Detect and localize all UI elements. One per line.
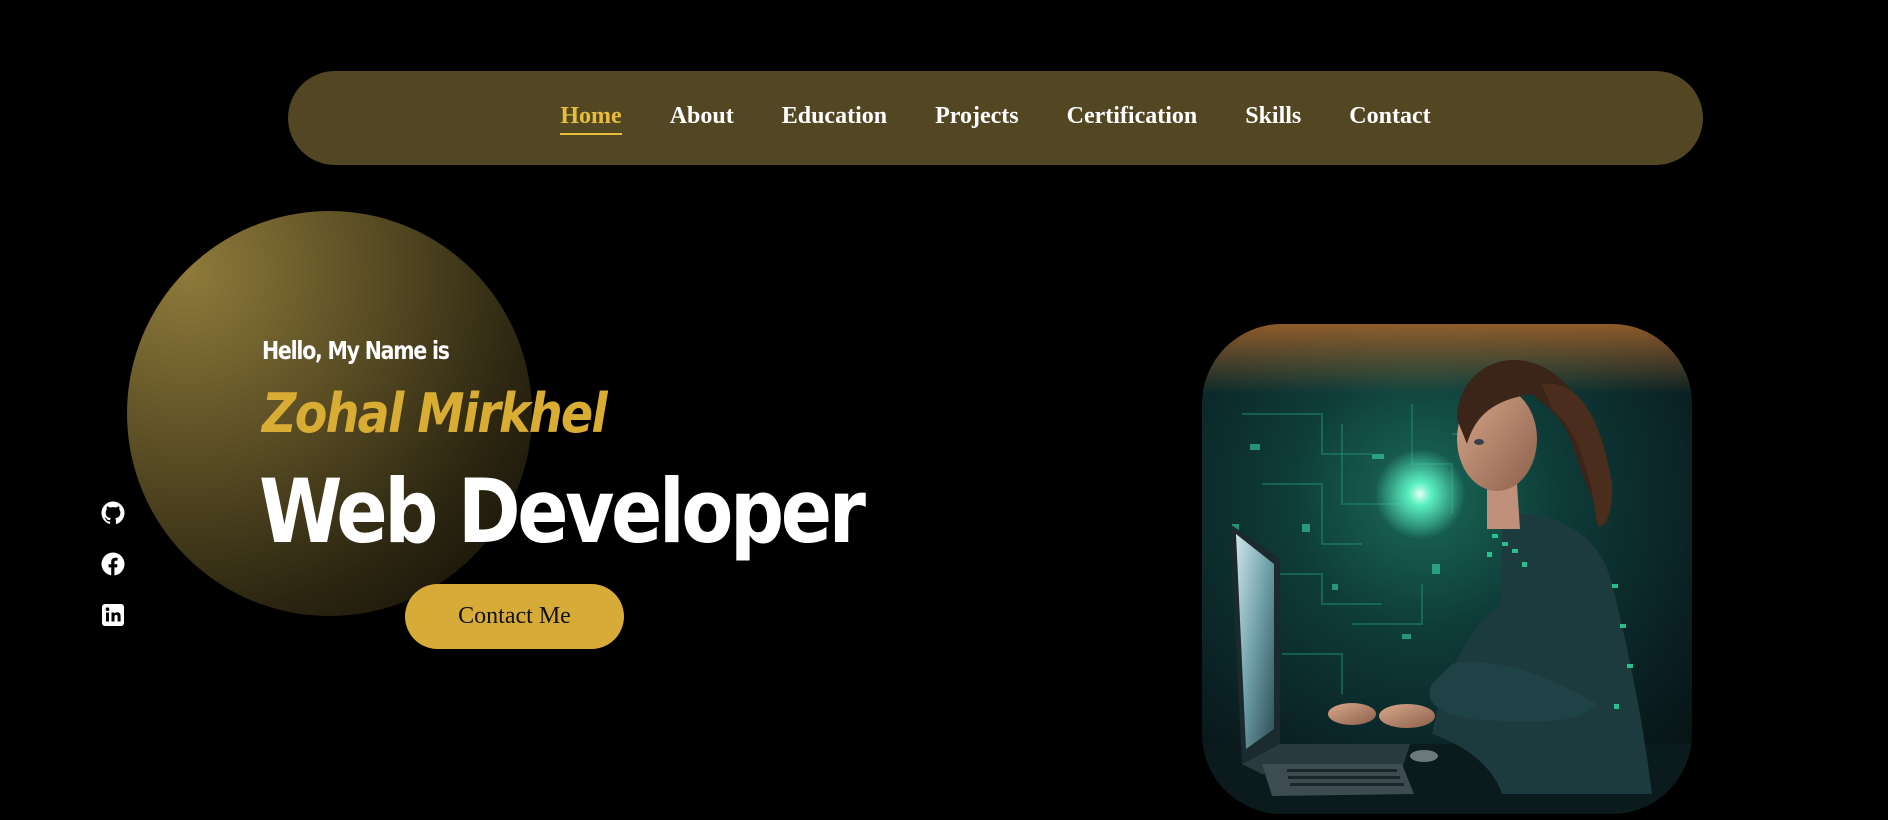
- social-links: [101, 501, 125, 627]
- nav-link-about[interactable]: About: [670, 102, 734, 135]
- nav-link-home[interactable]: Home: [560, 102, 622, 135]
- contact-me-button[interactable]: Contact Me: [405, 584, 624, 649]
- hero-name: Zohal Mirkhel: [262, 382, 608, 445]
- nav-link-certification[interactable]: Certification: [1067, 102, 1198, 135]
- hero-greeting: Hello, My Name is: [262, 336, 450, 365]
- nav-link-projects[interactable]: Projects: [935, 102, 1019, 135]
- nav-link-education[interactable]: Education: [782, 102, 887, 135]
- github-icon[interactable]: [101, 501, 125, 525]
- nav-link-contact[interactable]: Contact: [1349, 102, 1430, 135]
- nav-link-skills[interactable]: Skills: [1245, 102, 1301, 135]
- hero-role: Web Developer: [259, 460, 866, 563]
- facebook-icon[interactable]: [101, 552, 125, 576]
- main-navbar: Home About Education Projects Certificat…: [288, 71, 1703, 165]
- developer-illustration: [1202, 324, 1692, 814]
- portfolio-page: Home About Education Projects Certificat…: [0, 0, 1888, 820]
- illustration-image: [1202, 324, 1692, 814]
- linkedin-icon[interactable]: [101, 603, 125, 627]
